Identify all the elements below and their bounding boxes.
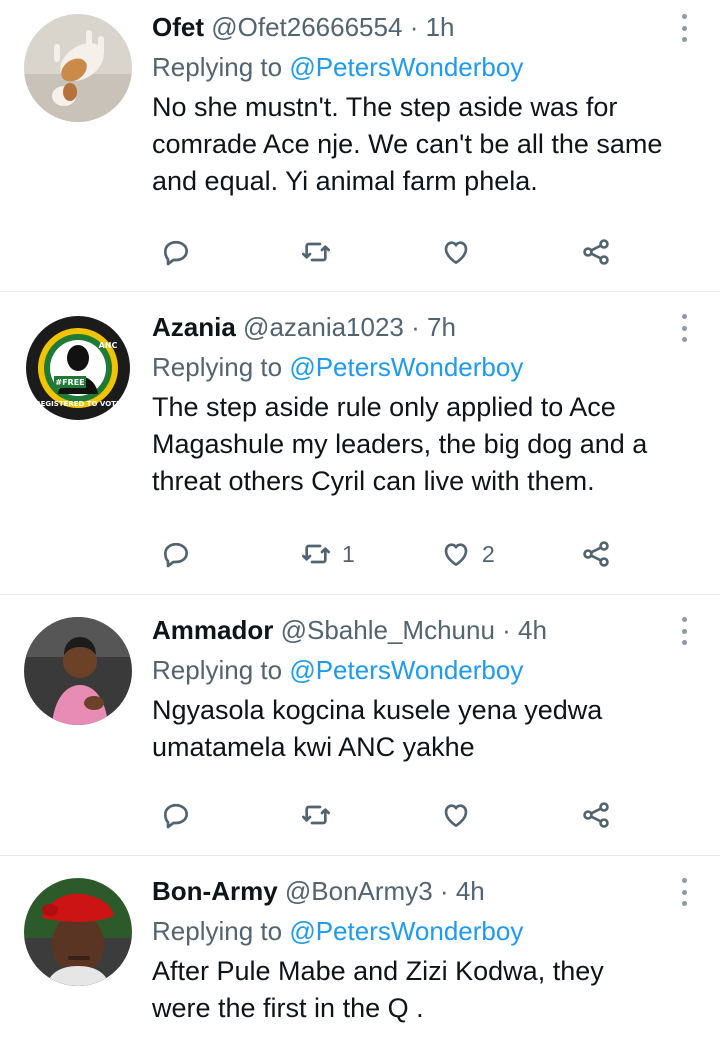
tweet-header: Ammador @Sbahle_Mchunu · 4h [152,613,664,647]
handle[interactable]: @azania1023 [243,312,404,342]
tweet-content: Bon-Army @BonArmy3 · 4h Replying to @Pet… [152,874,664,1027]
tweet-bon-army[interactable]: Bon-Army @BonArmy3 · 4h Replying to @Pet… [0,856,720,1039]
display-name[interactable]: Azania [152,312,236,342]
share-button[interactable] [580,797,612,833]
more-vertical-icon[interactable] [674,613,694,649]
mention-link[interactable]: @PetersWonderboy [289,916,523,946]
tweet-ammador[interactable]: Ammador @Sbahle_Mchunu · 4h Replying to … [0,595,720,856]
tweet-header: Bon-Army @BonArmy3 · 4h [152,874,664,908]
badge-text: ANC [99,341,118,350]
like-button[interactable]: 2 [440,536,495,572]
heart-icon [444,241,468,264]
reply-feed: Ofet @Ofet26666554 · 1h Replying to @Pet… [0,0,720,1039]
replying-prefix: Replying to [152,916,283,946]
display-name[interactable]: Ofet [152,12,204,42]
avatar[interactable] [24,617,132,725]
replying-to: Replying to @PetersWonderboy [152,50,664,84]
timestamp[interactable]: 4h [456,876,485,906]
display-name[interactable]: Ammador [152,615,273,645]
tweet-text: Ngyasola kogcina kusele yena yedwa umata… [152,695,603,762]
more-vertical-icon[interactable] [674,874,694,910]
replying-prefix: Replying to [152,352,283,382]
separator: · [411,312,420,342]
mention-link[interactable]: @PetersWonderboy [289,352,523,382]
tweet-header: Azania @azania1023 · 7h [152,310,664,344]
avatar[interactable]: #FREE REGISTERED TO VOTE ANC [24,314,132,422]
reply-icon [164,542,188,568]
timestamp[interactable]: 7h [427,312,456,342]
reply-button[interactable] [160,234,192,270]
retweet-icon [302,544,330,564]
handle[interactable]: @Ofet26666554 [211,12,402,42]
mention-link[interactable]: @PetersWonderboy [289,655,523,685]
avatar[interactable] [24,878,132,986]
tweet-actions: 1 2 [160,536,620,572]
share-button[interactable] [580,536,612,572]
tweet-azania[interactable]: #FREE REGISTERED TO VOTE ANC Azania @aza… [0,292,720,595]
badge-text: #FREE [55,378,84,387]
tweet-actions [160,234,620,270]
separator: · [439,876,449,906]
tweet-text: After Pule Mabe and Zizi Kodwa, they wer… [152,956,604,1023]
more-vertical-icon[interactable] [674,310,694,346]
replying-prefix: Replying to [152,655,283,685]
retweet-count: 1 [342,540,355,567]
reply-button[interactable] [160,797,192,833]
replying-prefix: Replying to [152,52,283,82]
share-icon [583,541,609,567]
like-button[interactable] [440,234,482,270]
avatar[interactable] [24,14,132,122]
replying-to: Replying to @PetersWonderboy [152,653,664,687]
mention-link[interactable]: @PetersWonderboy [289,52,523,82]
tweet-content: Ammador @Sbahle_Mchunu · 4h Replying to … [152,613,664,766]
timestamp[interactable]: 1h [426,12,455,42]
like-count: 2 [482,540,495,567]
badge-text: REGISTERED TO VOTE [35,400,121,408]
tweet-content: Azania @azania1023 · 7h Replying to @Pet… [152,310,664,500]
tweet-text: The step aside rule only applied to Ace … [152,392,648,496]
replying-to: Replying to @PetersWonderboy [152,350,664,384]
share-icon [583,802,609,828]
like-button[interactable] [440,797,482,833]
more-vertical-icon[interactable] [674,10,694,46]
retweet-icon [302,242,330,262]
reply-icon [164,240,188,266]
tweet-ofet[interactable]: Ofet @Ofet26666554 · 1h Replying to @Pet… [0,0,720,292]
tweet-text: No she mustn't. The step aside was for c… [152,92,663,196]
tweet-header: Ofet @Ofet26666554 · 1h [152,10,664,44]
reply-icon [164,803,188,829]
reply-button[interactable] [160,536,192,572]
retweet-button[interactable] [300,797,342,833]
retweet-button[interactable]: 1 [300,536,355,572]
retweet-button[interactable] [300,234,342,270]
retweet-icon [302,805,330,825]
separator: · [502,615,511,645]
share-button[interactable] [580,234,612,270]
timestamp[interactable]: 4h [518,615,547,645]
handle[interactable]: @Sbahle_Mchunu [281,615,495,645]
display-name[interactable]: Bon-Army [152,876,278,906]
tweet-actions [160,797,620,833]
share-icon [583,239,609,265]
heart-icon [444,543,468,566]
separator: · [409,12,419,42]
handle[interactable]: @BonArmy3 [285,876,433,906]
tweet-content: Ofet @Ofet26666554 · 1h Replying to @Pet… [152,10,664,200]
replying-to: Replying to @PetersWonderboy [152,914,664,948]
heart-icon [444,804,468,827]
